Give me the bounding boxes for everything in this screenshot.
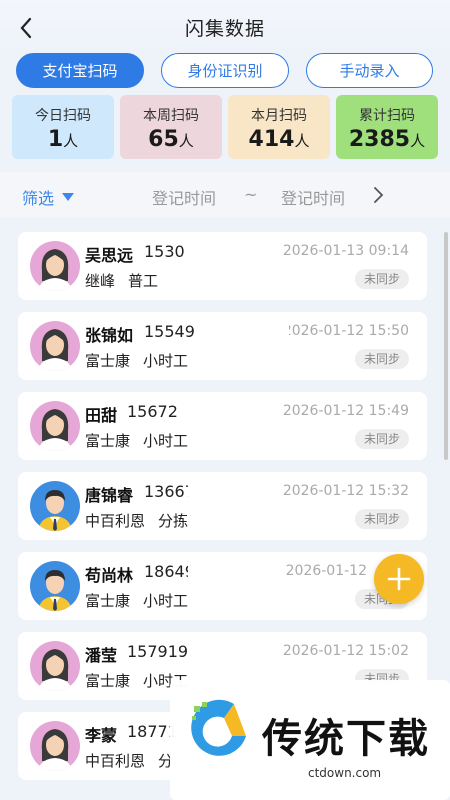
- stat-value: 65人: [120, 127, 222, 152]
- privacy-mask: [188, 476, 283, 504]
- date-separator: ~: [244, 185, 258, 204]
- watermark: 传统下载 ctdown.com: [170, 680, 450, 800]
- privacy-mask: [188, 236, 283, 264]
- record-card[interactable]: 吴思远 1530 继峰 普工 2026-01-13 09:14 未同步: [18, 232, 427, 300]
- record-time: 2026-01-13 09:14: [282, 243, 409, 259]
- stat-number: 2385: [348, 127, 411, 152]
- record-card[interactable]: 唐锦睿 136677 中百利恩 分拣 2026-01-12 15:32 未同步: [18, 472, 427, 540]
- record-time: 2026-01-12: [285, 563, 367, 579]
- header-bar: 闪集数据: [0, 0, 450, 56]
- stat-label: 本周扫码: [143, 108, 199, 124]
- tab-manual-entry[interactable]: 手动录入: [306, 53, 433, 88]
- stat-label: 今日扫码: [35, 108, 91, 124]
- female-avatar-icon: [30, 241, 80, 291]
- record-company: 中百利恩: [85, 752, 146, 770]
- record-job-type: 分拣: [158, 512, 189, 530]
- record-company: 富士康: [85, 592, 131, 610]
- stat-number: 65: [148, 127, 179, 152]
- stats-row: 今日扫码 1人 本周扫码 65人 本月扫码 414人 累计扫码 2385人: [0, 95, 450, 161]
- stat-unit: 人: [294, 132, 310, 150]
- record-name: 苟尚林: [85, 566, 134, 585]
- sync-status-badge: 未同步: [355, 429, 409, 449]
- male-avatar-icon: [30, 561, 80, 611]
- page-title: 闪集数据: [184, 18, 265, 40]
- add-record-button[interactable]: [374, 554, 424, 604]
- privacy-mask: [188, 396, 283, 424]
- record-job-type: 普工: [128, 272, 159, 290]
- record-card[interactable]: 苟尚林 186499 富士康 小时工 2026-01-12 未同步: [18, 552, 427, 620]
- record-job-type: 小时工: [143, 352, 189, 370]
- record-phone: 15672: [127, 402, 178, 421]
- stat-week[interactable]: 本周扫码 65人: [120, 95, 222, 159]
- watermark-url: ctdown.com: [308, 766, 382, 780]
- sync-status-badge: 未同步: [355, 349, 409, 369]
- record-company: 富士康: [85, 672, 131, 690]
- end-date-field[interactable]: 登记时间: [281, 185, 345, 209]
- record-company: 富士康: [85, 432, 131, 450]
- record-company: 富士康: [85, 352, 131, 370]
- male-avatar-icon: [30, 481, 80, 531]
- record-name: 潘莹: [85, 646, 118, 665]
- record-name: 唐锦睿: [85, 486, 134, 505]
- scrollbar[interactable]: [444, 232, 448, 460]
- stat-month[interactable]: 本月扫码 414人: [228, 95, 330, 159]
- sync-status-badge: 未同步: [355, 509, 409, 529]
- female-avatar-icon: [30, 641, 80, 691]
- stat-value: 1人: [12, 127, 114, 152]
- record-phone: 15549: [144, 322, 195, 341]
- privacy-mask: [188, 556, 283, 584]
- record-time: 2026-01-12 15:49: [282, 403, 409, 419]
- stat-label: 累计扫码: [359, 108, 415, 124]
- filter-label: 筛选: [22, 189, 55, 208]
- record-phone: 157919: [127, 642, 189, 661]
- record-name: 吴思远: [85, 246, 134, 265]
- stat-total[interactable]: 累计扫码 2385人: [336, 95, 438, 159]
- mode-tabs: 支付宝扫码 身份证识别 手动录入: [0, 52, 450, 92]
- stat-value: 414人: [228, 127, 330, 152]
- watermark-text: 传统下载: [262, 716, 430, 762]
- record-card[interactable]: 张锦如 15549 富士康 小时工 2026-01-12 15:50 未同步: [18, 312, 427, 380]
- stat-label: 本月扫码: [251, 108, 307, 124]
- record-time: 2026-01-12 15:02: [282, 643, 409, 659]
- stat-value: 2385人: [336, 127, 438, 152]
- privacy-mask: [194, 316, 289, 344]
- record-time: 2026-01-12 15:50: [282, 323, 409, 339]
- stat-unit: 人: [63, 132, 79, 150]
- record-name: 田甜: [85, 406, 118, 425]
- filter-button[interactable]: 筛选: [22, 185, 75, 209]
- watermark-logo-icon: [191, 699, 246, 756]
- record-job-type: 小时工: [143, 432, 189, 450]
- tab-alipay-scan[interactable]: 支付宝扫码: [16, 53, 144, 88]
- record-time: 2026-01-12 15:32: [282, 483, 409, 499]
- female-avatar-icon: [30, 321, 80, 371]
- female-avatar-icon: [30, 721, 80, 771]
- plus-icon: [387, 567, 411, 591]
- stat-number: 1: [47, 127, 64, 152]
- record-job-type: 小时工: [143, 592, 189, 610]
- record-company: 中百利恩: [85, 512, 146, 530]
- record-name: 李蒙: [85, 726, 118, 745]
- stat-unit: 人: [178, 132, 194, 150]
- stat-number: 414: [248, 127, 295, 152]
- stat-today[interactable]: 今日扫码 1人: [12, 95, 114, 159]
- stat-unit: 人: [410, 132, 426, 150]
- caret-down-icon: [62, 193, 75, 201]
- record-company: 继峰: [85, 272, 116, 290]
- record-phone: 1530: [144, 242, 185, 261]
- record-name: 张锦如: [85, 326, 134, 345]
- sync-status-badge: 未同步: [355, 269, 409, 289]
- filter-bar: 筛选 登记时间 ~ 登记时间: [0, 172, 450, 218]
- chevron-right-icon[interactable]: [372, 186, 384, 208]
- start-date-field[interactable]: 登记时间: [152, 185, 216, 209]
- female-avatar-icon: [30, 401, 80, 451]
- tab-id-card[interactable]: 身份证识别: [161, 53, 289, 88]
- record-card[interactable]: 田甜 15672 富士康 小时工 2026-01-12 15:49 未同步: [18, 392, 427, 460]
- privacy-mask: [188, 636, 283, 664]
